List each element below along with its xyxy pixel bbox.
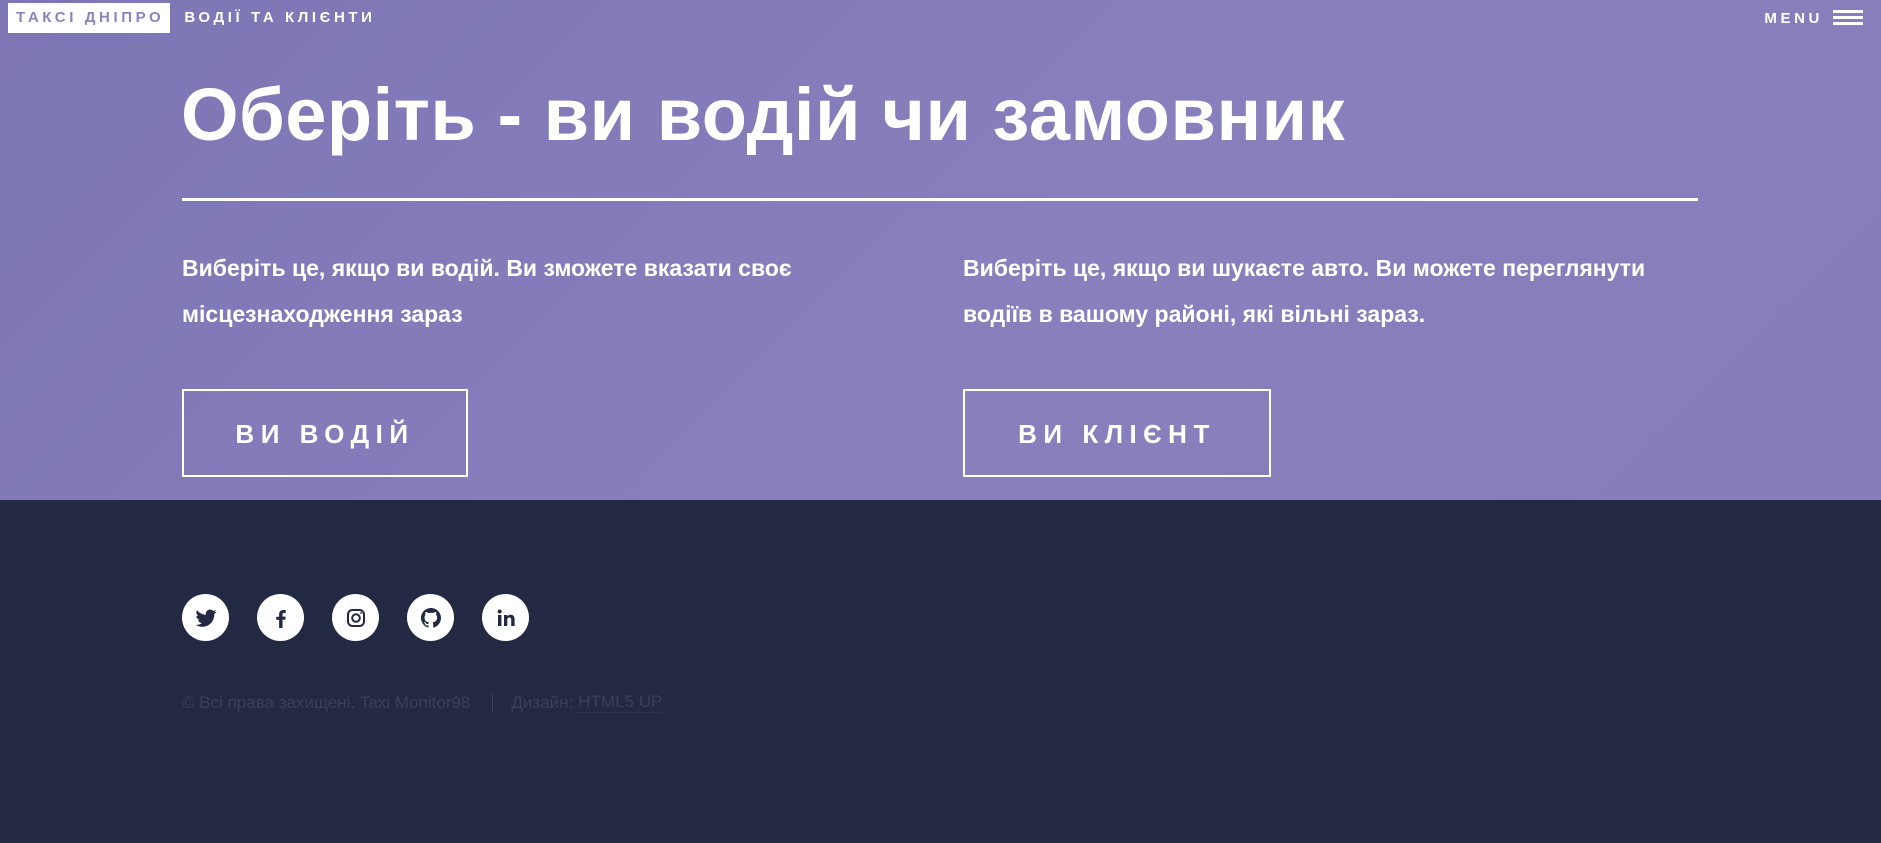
menu-label[interactable]: MENU (1764, 10, 1823, 27)
twitter-icon[interactable] (182, 594, 229, 641)
design-credit-link[interactable]: HTML5 UP (578, 692, 663, 713)
menu-button[interactable]: MENU (1764, 3, 1863, 33)
copyright: © Всі права захищені. Taxi Monitor98 Диз… (182, 692, 663, 713)
client-button[interactable]: ВИ КЛІЄНТ (963, 389, 1271, 477)
driver-description: Виберіть це, якщо ви водій. Ви зможете в… (182, 255, 792, 327)
driver-button[interactable]: ВИ ВОДІЙ (182, 389, 468, 477)
github-icon[interactable] (407, 594, 454, 641)
instagram-icon[interactable] (332, 594, 379, 641)
logo[interactable]: ТАКСІ ДНІПРО ВОДІЇ ТА КЛІЄНТИ (8, 3, 376, 33)
logo-secondary[interactable]: ВОДІЇ ТА КЛІЄНТИ (170, 3, 375, 33)
logo-primary[interactable]: ТАКСІ ДНІПРО (8, 3, 171, 33)
client-description: Виберіть це, якщо ви шукаєте авто. Ви мо… (963, 255, 1646, 327)
page-title: Оберіть - ви водій чи замовник (181, 73, 1346, 156)
facebook-icon[interactable] (257, 594, 304, 641)
hamburger-icon[interactable] (1833, 9, 1863, 27)
design-label: Дизайн: (511, 692, 574, 712)
divider (182, 198, 1698, 201)
footer-separator (492, 692, 494, 713)
social-links (182, 594, 529, 641)
hero-section: ТАКСІ ДНІПРО ВОДІЇ ТА КЛІЄНТИ MENU Обері… (0, 0, 1881, 500)
linkedin-icon[interactable] (482, 594, 529, 641)
header: ТАКСІ ДНІПРО ВОДІЇ ТА КЛІЄНТИ MENU (0, 0, 1881, 34)
copyright-text: © Всі права захищені. Taxi Monitor98 (182, 692, 471, 712)
